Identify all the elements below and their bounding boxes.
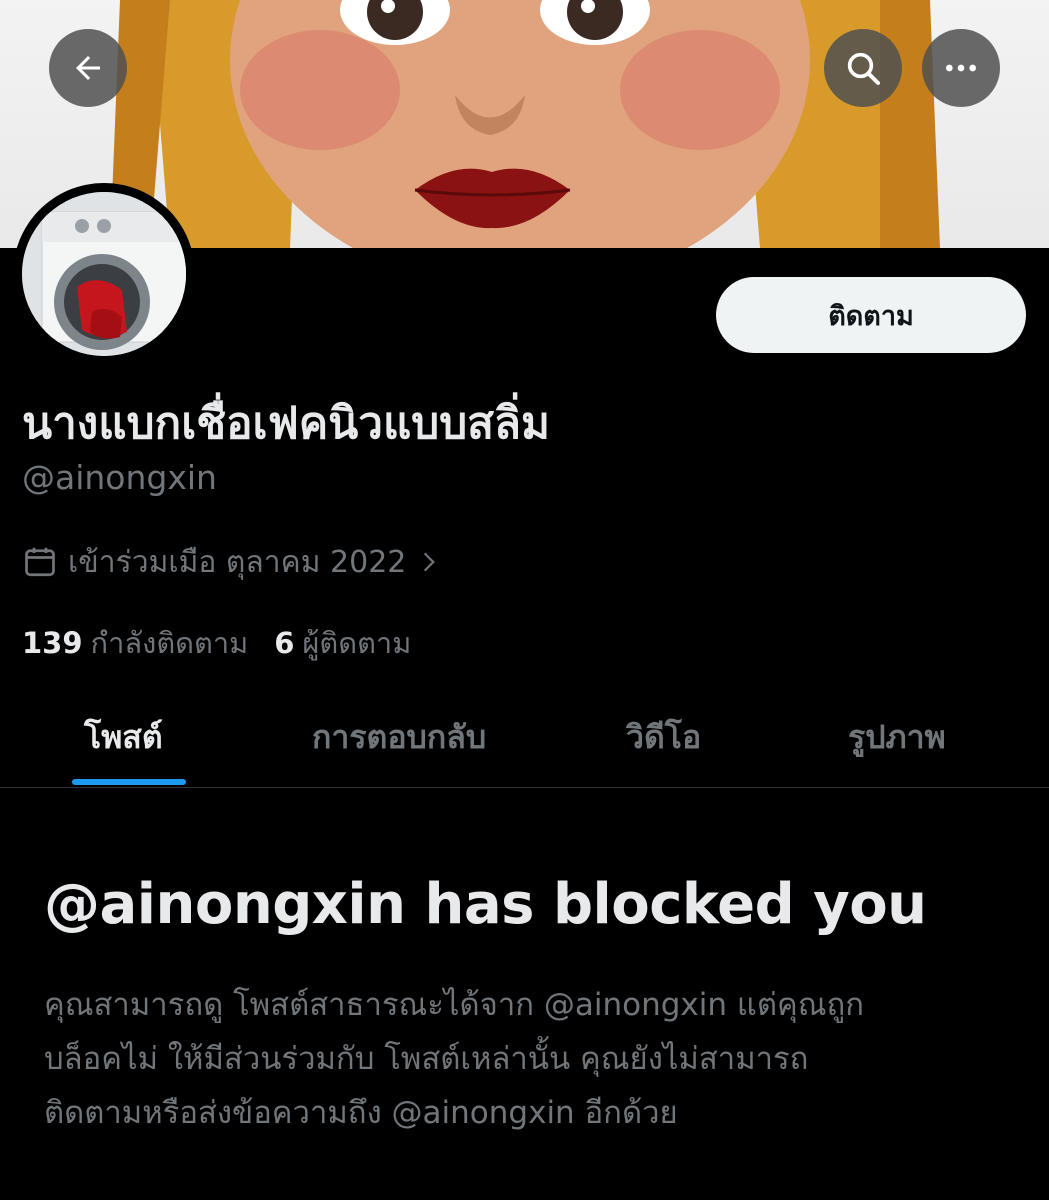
tab-videos[interactable]: วิดีโอ bbox=[626, 712, 701, 763]
follow-button[interactable]: ติดตาม bbox=[716, 277, 1026, 353]
blocked-description: คุณสามารถดู โพสต์สาธารณะได้จาก @ainongxi… bbox=[44, 978, 1004, 1140]
blocked-line: ติดตามหรือส่งข้อความถึง @ainongxin อีกด้… bbox=[44, 1095, 678, 1131]
following-label: กำลังติดตาม bbox=[90, 626, 249, 660]
blocked-title: @ainongxin has blocked you bbox=[44, 872, 927, 937]
more-horizontal-icon bbox=[946, 64, 976, 72]
tab-posts[interactable]: โพสต์ bbox=[84, 712, 163, 763]
followers-label: ผู้ติดตาม bbox=[302, 626, 412, 660]
followers-link[interactable]: 6 ผู้ติดตาม bbox=[274, 620, 411, 666]
calendar-icon bbox=[25, 547, 55, 577]
blocked-line: บล็อคไม่ ให้มีส่วนร่วมกับ โพสต์เหล่านั้น… bbox=[44, 1041, 809, 1077]
tab-replies[interactable]: การตอบกลับ bbox=[312, 712, 486, 763]
back-button[interactable] bbox=[49, 29, 127, 107]
follow-stats: 139 กำลังติดตาม 6 ผู้ติดตาม bbox=[22, 620, 411, 666]
profile-handle: @ainongxin bbox=[22, 458, 217, 497]
more-button[interactable] bbox=[922, 29, 1000, 107]
profile-tabs: โพสต์ การตอบกลับ วิดีโอ รูปภาพ bbox=[0, 690, 1049, 788]
following-link[interactable]: 139 กำลังติดตาม bbox=[22, 620, 248, 666]
blocked-line: คุณสามารถดู โพสต์สาธารณะได้จาก @ainongxi… bbox=[44, 987, 865, 1023]
avatar[interactable] bbox=[13, 183, 195, 365]
following-count: 139 bbox=[22, 626, 83, 660]
tab-photos[interactable]: รูปภาพ bbox=[848, 712, 946, 763]
chevron-right-icon bbox=[424, 552, 436, 572]
avatar-image bbox=[22, 192, 186, 356]
joined-date-row[interactable]: เข้าร่วมเมือ ตุลาคม 2022 bbox=[22, 540, 442, 584]
display-name: นางแบกเชื่อเฟคนิวแบบสลิ่ม bbox=[22, 398, 550, 449]
search-button[interactable] bbox=[824, 29, 902, 107]
search-icon bbox=[847, 52, 880, 85]
joined-date-text: เข้าร่วมเมือ ตุลาคม 2022 bbox=[68, 544, 407, 580]
arrow-left-icon bbox=[76, 56, 100, 80]
active-tab-indicator bbox=[72, 779, 186, 785]
followers-count: 6 bbox=[274, 626, 295, 660]
